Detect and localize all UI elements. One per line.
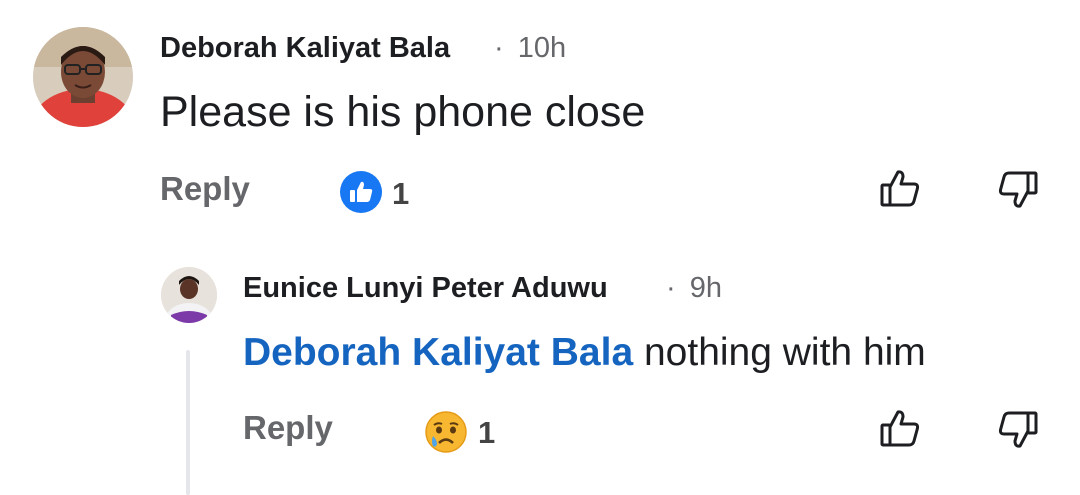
reaction-count: 1 bbox=[392, 176, 410, 211]
time-separator: · bbox=[494, 32, 504, 64]
comment-author[interactable]: Deborah Kaliyat Bala bbox=[160, 32, 450, 65]
time-label: 9h bbox=[689, 272, 722, 304]
comment-time: · 10h bbox=[494, 32, 566, 65]
thumbs-down-icon[interactable] bbox=[996, 167, 1040, 211]
thread-line bbox=[186, 350, 190, 495]
reply-button[interactable]: Reply bbox=[160, 170, 250, 208]
like-icon[interactable] bbox=[340, 171, 382, 213]
reply-text: Deborah Kaliyat Bala nothing with him bbox=[243, 331, 926, 375]
avatar[interactable] bbox=[33, 27, 133, 127]
reaction-count: 1 bbox=[478, 415, 496, 450]
comment-text: Please is his phone close bbox=[160, 88, 646, 136]
reply-button[interactable]: Reply bbox=[243, 409, 333, 447]
reply-text-body: nothing with him bbox=[633, 331, 926, 374]
reply-author[interactable]: Eunice Lunyi Peter Aduwu bbox=[243, 272, 608, 305]
thumbs-up-icon[interactable] bbox=[878, 167, 922, 211]
avatar[interactable] bbox=[161, 267, 217, 323]
time-separator: · bbox=[666, 272, 676, 304]
time-label: 10h bbox=[517, 32, 567, 64]
mention-link[interactable]: Deborah Kaliyat Bala bbox=[243, 331, 633, 374]
thumbs-up-icon[interactable] bbox=[878, 407, 922, 451]
sad-emoji-icon[interactable] bbox=[424, 410, 468, 454]
thumbs-down-icon[interactable] bbox=[996, 407, 1040, 451]
reply-time: · 9h bbox=[666, 272, 722, 305]
